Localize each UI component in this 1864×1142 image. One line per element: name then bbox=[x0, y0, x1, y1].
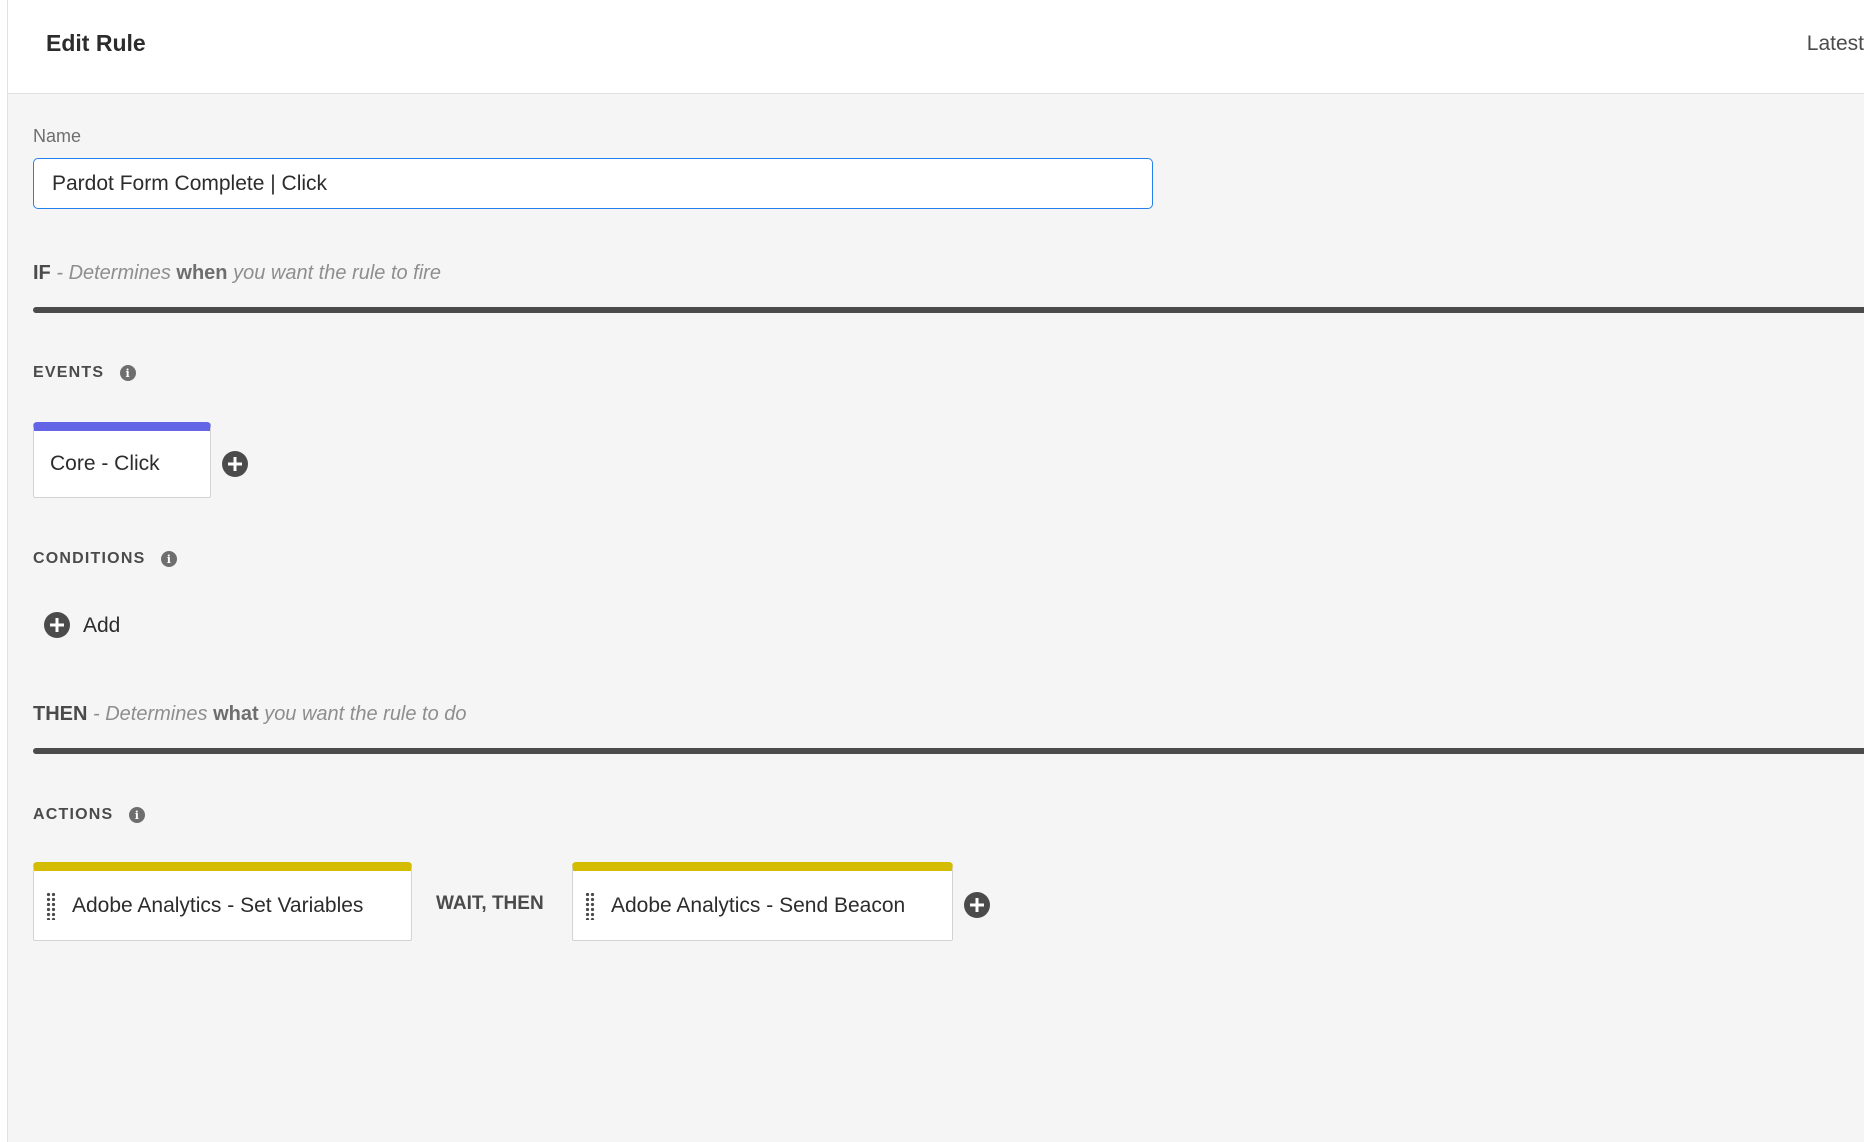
info-icon[interactable]: i bbox=[161, 551, 178, 567]
latest-label[interactable]: Latest bbox=[1807, 32, 1864, 56]
events-heading: EVENTS i bbox=[33, 364, 137, 382]
header: Edit Rule Latest bbox=[8, 0, 1864, 94]
then-divider bbox=[33, 748, 1864, 754]
if-desc-emphasis: when bbox=[176, 262, 228, 284]
action-card-send-beacon[interactable]: Adobe Analytics - Send Beacon bbox=[572, 862, 953, 941]
add-condition-icon[interactable] bbox=[44, 612, 70, 638]
action-card-set-variables[interactable]: Adobe Analytics - Set Variables bbox=[33, 862, 412, 941]
drag-handle-icon[interactable] bbox=[46, 891, 56, 920]
wait-then-separator: WAIT, THEN bbox=[436, 893, 544, 914]
add-condition-button[interactable]: Add bbox=[83, 614, 120, 638]
event-card-label: Core - Click bbox=[50, 452, 160, 475]
action-card-label: Adobe Analytics - Set Variables bbox=[72, 893, 364, 917]
add-event-icon[interactable] bbox=[222, 451, 248, 477]
rule-name-input[interactable] bbox=[33, 158, 1153, 209]
drag-handle-icon[interactable] bbox=[585, 891, 595, 920]
add-action-icon[interactable] bbox=[964, 892, 990, 918]
left-edge bbox=[0, 0, 8, 1142]
then-desc-before: Determines bbox=[105, 703, 208, 725]
info-icon[interactable]: i bbox=[120, 365, 137, 381]
actions-heading: ACTIONS i bbox=[33, 806, 146, 824]
if-desc-before: Determines bbox=[68, 262, 171, 284]
event-card-core-click[interactable]: Core - Click bbox=[33, 422, 211, 498]
conditions-heading: CONDITIONS i bbox=[33, 550, 178, 568]
if-section-heading: IF - Determines when you want the rule t… bbox=[33, 262, 441, 284]
conditions-heading-label: CONDITIONS bbox=[33, 550, 146, 567]
then-keyword: THEN bbox=[33, 703, 88, 725]
action-card-label: Adobe Analytics - Send Beacon bbox=[611, 893, 906, 917]
if-keyword: IF bbox=[33, 262, 51, 284]
actions-heading-label: ACTIONS bbox=[33, 806, 114, 823]
events-heading-label: EVENTS bbox=[33, 364, 105, 381]
info-icon[interactable]: i bbox=[129, 807, 146, 823]
if-desc-after: you want the rule to fire bbox=[233, 262, 441, 284]
name-label: Name bbox=[33, 126, 82, 146]
page-title: Edit Rule bbox=[46, 30, 146, 56]
if-divider bbox=[33, 307, 1864, 313]
then-section-heading: THEN - Determines what you want the rule… bbox=[33, 703, 467, 725]
then-desc-after: you want the rule to do bbox=[264, 703, 467, 725]
then-desc-emphasis: what bbox=[213, 703, 259, 725]
